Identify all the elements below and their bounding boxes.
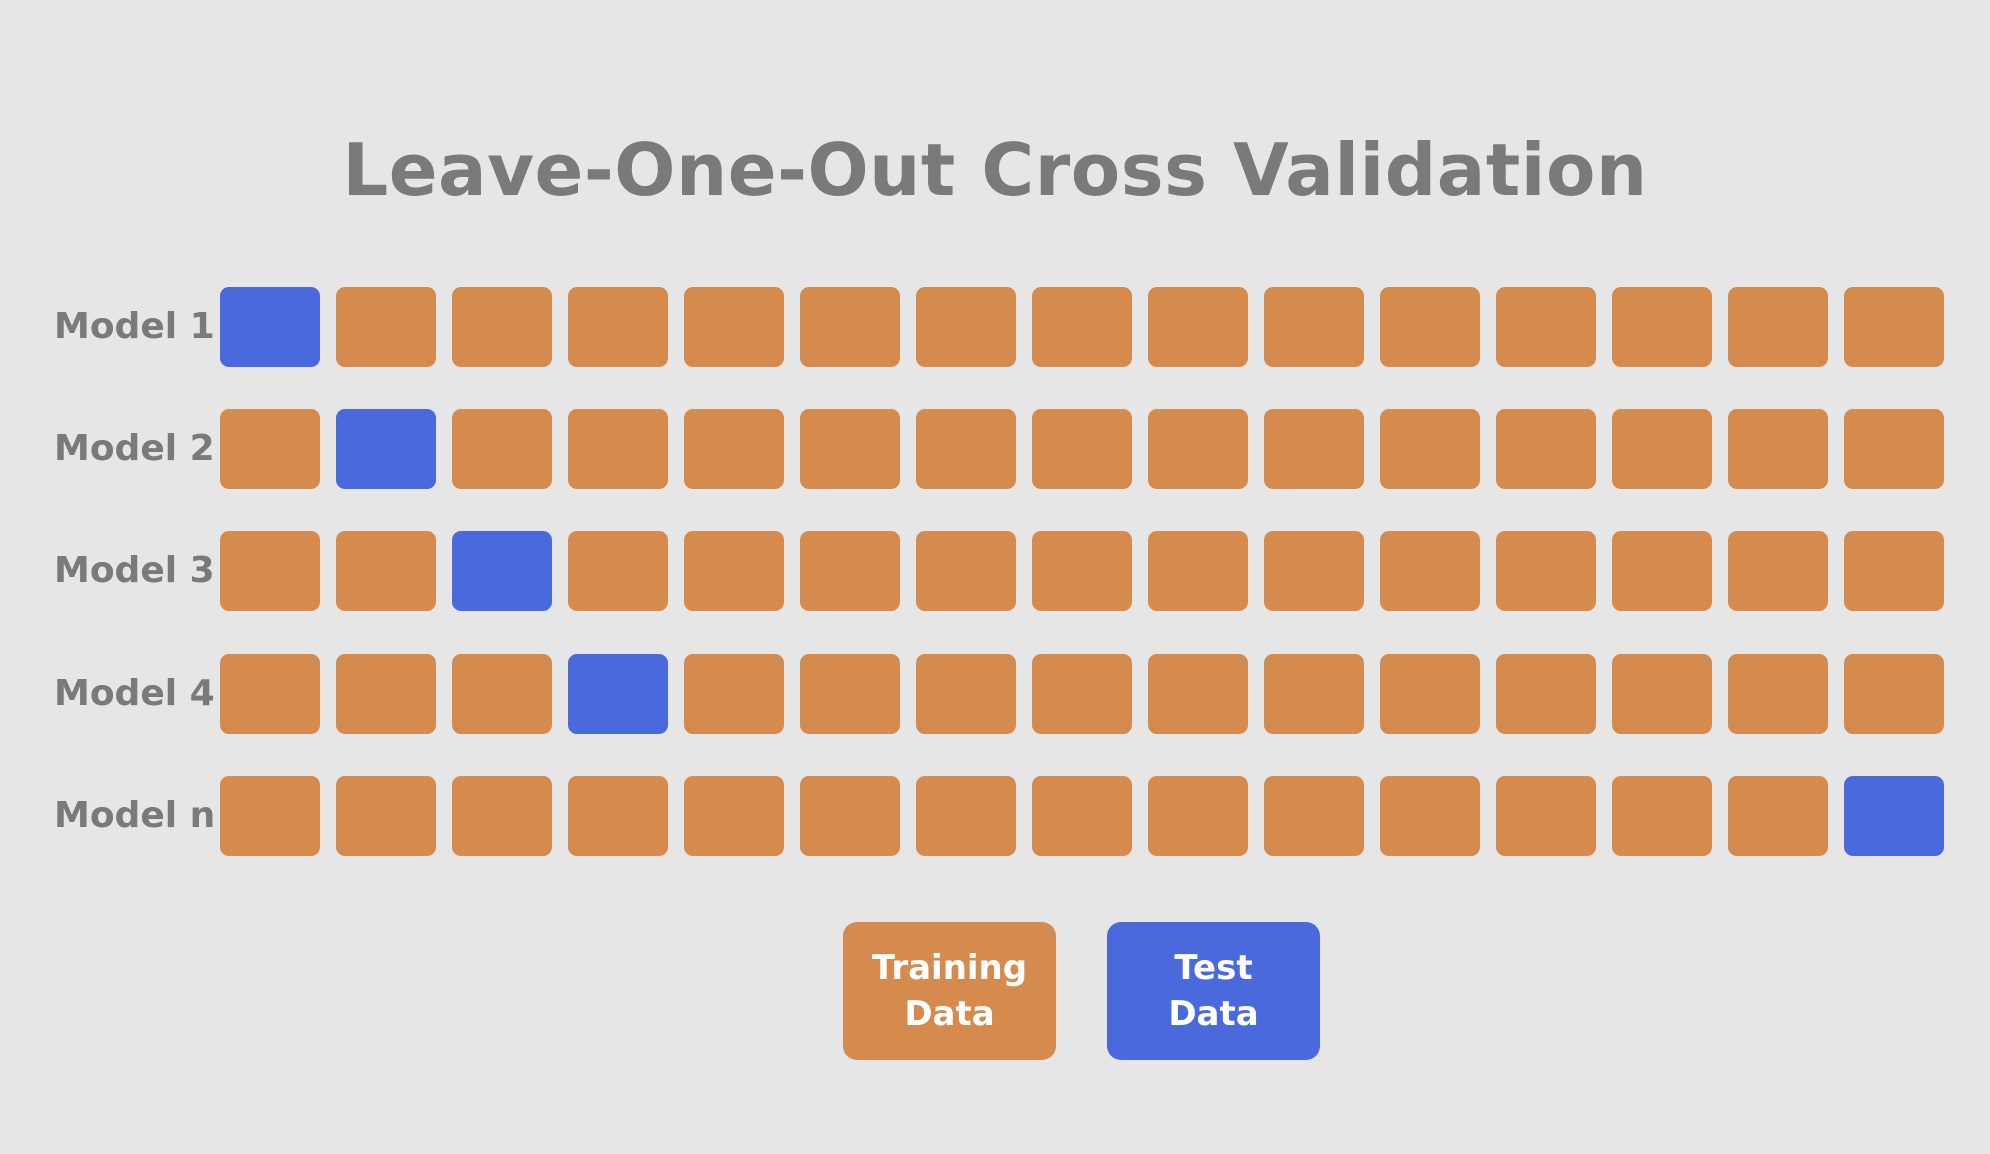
- legend-training-line2: Data: [904, 994, 995, 1034]
- training-data-cell: [1032, 531, 1132, 611]
- test-data-cell: [1844, 776, 1944, 856]
- training-data-cell: [1148, 776, 1248, 856]
- training-data-cell: [1612, 287, 1712, 367]
- training-data-cell: [452, 287, 552, 367]
- model-row-label: Model 1: [54, 306, 215, 347]
- model-row: Model 1: [0, 287, 1990, 367]
- legend-training-line1: Training: [871, 948, 1028, 988]
- training-data-cell: [1728, 776, 1828, 856]
- training-data-cell: [916, 409, 1016, 489]
- training-data-cell: [1844, 287, 1944, 367]
- test-data-cell: [336, 409, 436, 489]
- test-data-cell: [452, 531, 552, 611]
- training-data-cell: [684, 776, 784, 856]
- training-data-cell: [800, 654, 900, 734]
- training-data-cell: [1496, 776, 1596, 856]
- training-data-cell: [220, 409, 320, 489]
- training-data-cell: [336, 531, 436, 611]
- model-row: Model n: [0, 776, 1990, 856]
- model-row-label: Model n: [54, 795, 216, 836]
- training-data-cell: [1728, 531, 1828, 611]
- training-data-cell: [220, 776, 320, 856]
- training-data-cell: [1032, 776, 1132, 856]
- training-data-cell: [1148, 531, 1248, 611]
- training-data-cell: [800, 287, 900, 367]
- training-data-cell: [684, 409, 784, 489]
- training-data-cell: [916, 531, 1016, 611]
- training-data-cell: [1380, 531, 1480, 611]
- training-data-cell: [336, 654, 436, 734]
- training-data-cell: [916, 654, 1016, 734]
- training-data-cell: [1612, 776, 1712, 856]
- training-data-cell: [568, 287, 668, 367]
- model-row: Model 4: [0, 654, 1990, 734]
- training-data-cell: [1264, 287, 1364, 367]
- training-data-cell: [1496, 287, 1596, 367]
- legend-test-line1: Test: [1174, 948, 1253, 988]
- training-data-cell: [1844, 654, 1944, 734]
- training-data-cell: [452, 654, 552, 734]
- training-data-cell: [1728, 409, 1828, 489]
- training-data-cell: [568, 776, 668, 856]
- training-data-cell: [1496, 409, 1596, 489]
- training-data-cell: [684, 531, 784, 611]
- training-data-cell: [568, 409, 668, 489]
- training-data-cell: [800, 776, 900, 856]
- model-row-label: Model 2: [54, 428, 215, 469]
- training-data-cell: [684, 287, 784, 367]
- legend-test-line2: Data: [1168, 994, 1259, 1034]
- training-data-cell: [1612, 531, 1712, 611]
- model-row-label: Model 4: [54, 673, 215, 714]
- legend-test: Test Data: [1107, 922, 1320, 1060]
- training-data-cell: [1612, 409, 1712, 489]
- training-data-cell: [1032, 409, 1132, 489]
- training-data-cell: [1380, 409, 1480, 489]
- training-data-cell: [1264, 776, 1364, 856]
- test-data-cell: [568, 654, 668, 734]
- training-data-cell: [1496, 654, 1596, 734]
- training-data-cell: [916, 287, 1016, 367]
- training-data-cell: [452, 776, 552, 856]
- training-data-cell: [1264, 409, 1364, 489]
- training-data-cell: [916, 776, 1016, 856]
- training-data-cell: [568, 531, 668, 611]
- legend-training: Training Data: [843, 922, 1056, 1060]
- training-data-cell: [336, 287, 436, 367]
- training-data-cell: [1148, 287, 1248, 367]
- training-data-cell: [800, 531, 900, 611]
- model-row: Model 3: [0, 531, 1990, 611]
- training-data-cell: [1496, 531, 1596, 611]
- training-data-cell: [452, 409, 552, 489]
- training-data-cell: [1148, 654, 1248, 734]
- training-data-cell: [1148, 409, 1248, 489]
- training-data-cell: [1612, 654, 1712, 734]
- training-data-cell: [1032, 654, 1132, 734]
- training-data-cell: [220, 531, 320, 611]
- test-data-cell: [220, 287, 320, 367]
- training-data-cell: [220, 654, 320, 734]
- training-data-cell: [1728, 654, 1828, 734]
- training-data-cell: [1380, 654, 1480, 734]
- model-row-label: Model 3: [54, 550, 215, 591]
- training-data-cell: [1032, 287, 1132, 367]
- training-data-cell: [336, 776, 436, 856]
- model-row: Model 2: [0, 409, 1990, 489]
- training-data-cell: [1264, 531, 1364, 611]
- training-data-cell: [1728, 287, 1828, 367]
- training-data-cell: [1380, 776, 1480, 856]
- training-data-cell: [800, 409, 900, 489]
- training-data-cell: [1844, 409, 1944, 489]
- training-data-cell: [1264, 654, 1364, 734]
- training-data-cell: [1844, 531, 1944, 611]
- training-data-cell: [684, 654, 784, 734]
- training-data-cell: [1380, 287, 1480, 367]
